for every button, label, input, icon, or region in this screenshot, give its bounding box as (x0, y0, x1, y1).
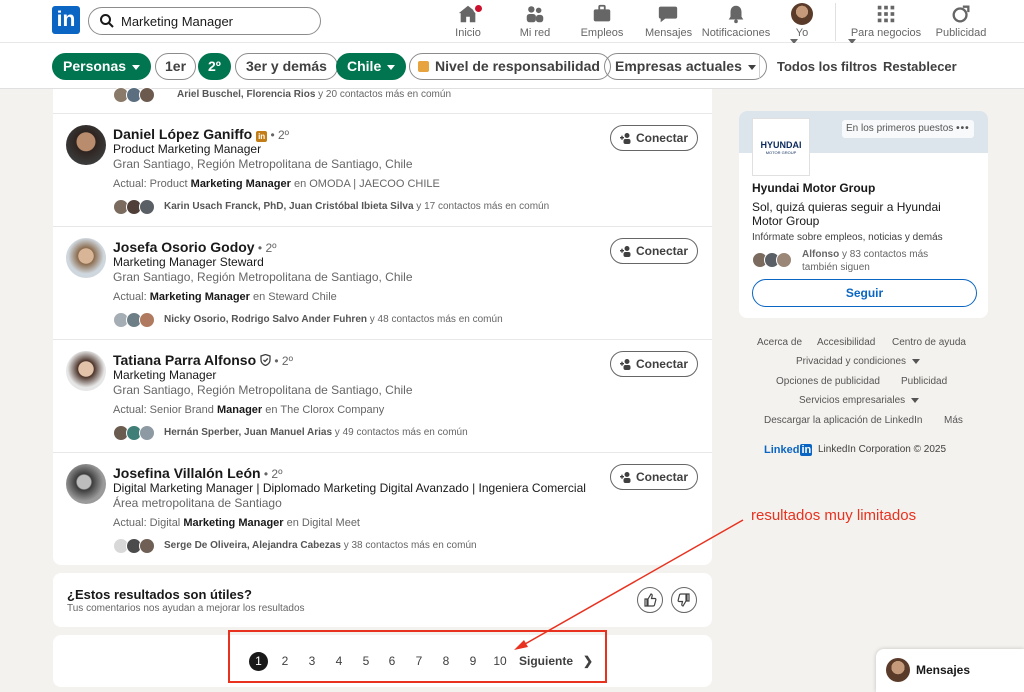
messaging-bar[interactable]: Mensajes (876, 649, 1024, 692)
annotation-arrow-icon (514, 519, 744, 650)
messaging-avatar (886, 658, 910, 682)
messaging-label: Mensajes (916, 663, 971, 677)
